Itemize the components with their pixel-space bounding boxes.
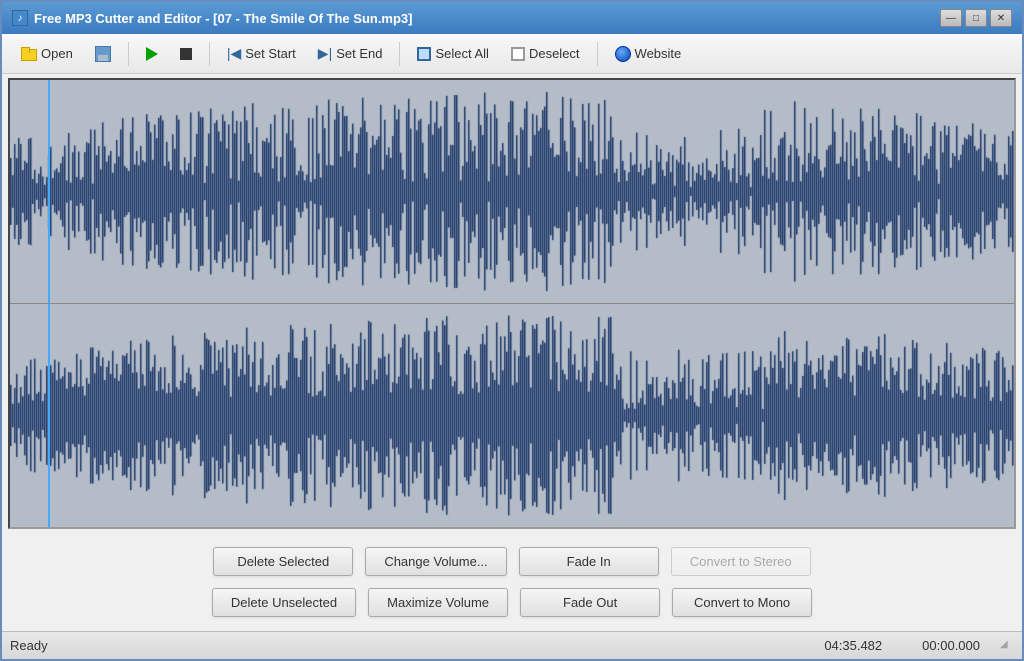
main-window: ♪ Free MP3 Cutter and Editor - [07 - The…	[0, 0, 1024, 661]
app-icon: ♪	[12, 10, 28, 26]
set-end-button[interactable]: ▶| Set End	[309, 40, 392, 68]
delete-unselected-button[interactable]: Delete Unselected	[212, 588, 356, 617]
maximize-volume-button[interactable]: Maximize Volume	[368, 588, 508, 617]
separator-1	[128, 42, 129, 66]
controls-area: Delete Selected Change Volume... Fade In…	[2, 533, 1022, 631]
resize-grip-icon: ◢	[1000, 639, 1014, 653]
deselect-button[interactable]: Deselect	[502, 40, 589, 68]
set-end-label: Set End	[336, 46, 382, 61]
change-volume-button[interactable]: Change Volume...	[365, 547, 506, 576]
fade-in-button[interactable]: Fade In	[519, 547, 659, 576]
maximize-button[interactable]: □	[965, 9, 987, 27]
waveform-container[interactable]	[8, 78, 1016, 529]
play-icon	[146, 47, 158, 61]
controls-row-2: Delete Unselected Maximize Volume Fade O…	[22, 588, 1002, 617]
save-icon	[95, 46, 111, 62]
convert-to-mono-button[interactable]: Convert to Mono	[672, 588, 812, 617]
separator-2	[209, 42, 210, 66]
select-all-label: Select All	[435, 46, 488, 61]
title-controls: — □ ✕	[940, 9, 1012, 27]
set-start-icon: |◀	[227, 45, 241, 62]
playhead-top	[48, 80, 50, 303]
close-button[interactable]: ✕	[990, 9, 1012, 27]
play-button[interactable]	[137, 40, 167, 68]
status-text: Ready	[10, 638, 804, 653]
separator-3	[399, 42, 400, 66]
status-time2: 00:00.000	[902, 638, 1000, 653]
website-label: Website	[635, 46, 682, 61]
status-bar: Ready 04:35.482 00:00.000 ◢	[2, 631, 1022, 659]
save-button[interactable]	[86, 40, 120, 68]
minimize-button[interactable]: —	[940, 9, 962, 27]
deselect-label: Deselect	[529, 46, 580, 61]
deselect-icon	[511, 47, 525, 61]
stop-button[interactable]	[171, 40, 201, 68]
controls-row-1: Delete Selected Change Volume... Fade In…	[22, 547, 1002, 576]
separator-4	[597, 42, 598, 66]
title-bar-left: ♪ Free MP3 Cutter and Editor - [07 - The…	[12, 10, 413, 26]
delete-selected-button[interactable]: Delete Selected	[213, 547, 353, 576]
open-button[interactable]: Open	[10, 40, 82, 68]
open-label: Open	[41, 46, 73, 61]
waveform-bottom[interactable]	[10, 304, 1014, 527]
convert-to-stereo-button[interactable]: Convert to Stereo	[671, 547, 811, 576]
waveform-top[interactable]	[10, 80, 1014, 304]
playhead-bottom	[48, 304, 50, 527]
open-icon	[19, 47, 37, 61]
set-start-label: Set Start	[245, 46, 296, 61]
website-icon	[615, 46, 631, 62]
title-bar: ♪ Free MP3 Cutter and Editor - [07 - The…	[2, 2, 1022, 34]
waveform-bottom-canvas[interactable]	[10, 304, 1014, 527]
set-end-icon: ▶|	[318, 45, 332, 62]
set-start-button[interactable]: |◀ Set Start	[218, 40, 305, 68]
website-button[interactable]: Website	[606, 40, 691, 68]
waveform-top-canvas[interactable]	[10, 80, 1014, 303]
toolbar: Open |◀ Set Start ▶| Set End Select All …	[2, 34, 1022, 74]
fade-out-button[interactable]: Fade Out	[520, 588, 660, 617]
status-time1: 04:35.482	[804, 638, 902, 653]
stop-icon	[180, 48, 192, 60]
window-title: Free MP3 Cutter and Editor - [07 - The S…	[34, 11, 413, 26]
select-all-button[interactable]: Select All	[408, 40, 497, 68]
select-all-icon	[417, 47, 431, 61]
